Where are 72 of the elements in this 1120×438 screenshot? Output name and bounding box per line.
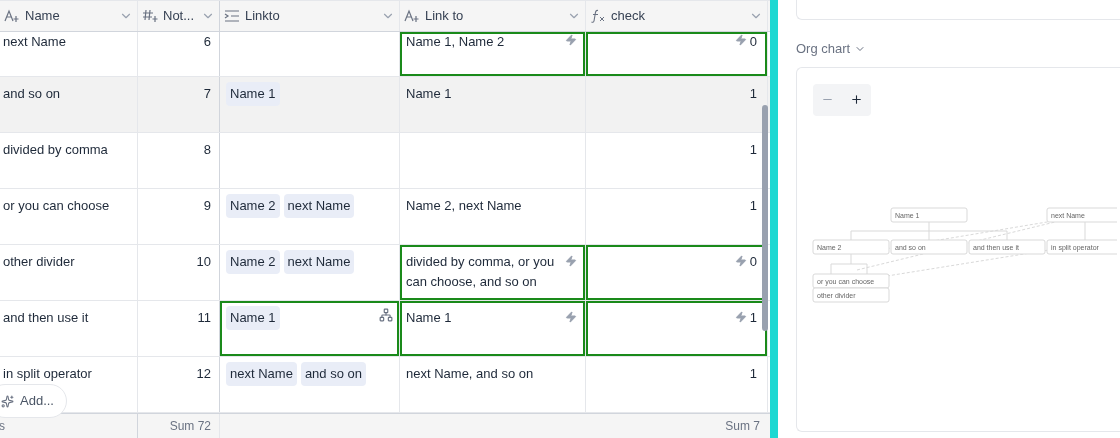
link-field-icon <box>224 10 240 22</box>
zoom-in-button[interactable] <box>850 93 863 106</box>
name-cell-text: next Name <box>2 33 67 51</box>
table-row[interactable]: next Name 6 Name 1, Name 2 0 <box>0 32 770 77</box>
link-tag[interactable]: next Name <box>226 362 297 386</box>
lightning-icon <box>735 34 747 46</box>
column-title: Name <box>25 7 60 26</box>
lookup-cell-text: Name 2, next Name <box>406 197 523 215</box>
lookup-cell-text: divided by comma, or you can choose, and so on <box>406 253 556 291</box>
name-cell-text: other divider <box>2 253 76 271</box>
column-header[interactable]: check <box>586 1 768 31</box>
section-title: Org chart <box>796 40 851 58</box>
name-cell-text: and then use it <box>2 309 90 327</box>
column-header[interactable]: Not... <box>138 1 220 31</box>
lightning-icon <box>565 34 577 46</box>
number-cell-text: 9 <box>202 197 212 215</box>
formula-cell-text: 1 <box>749 309 757 327</box>
lightning-icon <box>735 255 747 267</box>
table-row[interactable]: and then use it 11 Name 1 Name 1 1 <box>0 301 770 357</box>
table-row[interactable]: and so on 7 Name 1 Name 1 1 <box>0 77 770 133</box>
link-tag[interactable]: next Name <box>283 194 355 218</box>
name-cell-text: in split operator <box>2 365 93 383</box>
formula-cell-text: 1 <box>749 85 757 103</box>
lookup-cell-text: Name 1, Name 2 <box>406 33 506 51</box>
column-header[interactable]: Link to <box>400 1 586 31</box>
formula-cell-text: 0 <box>749 253 757 271</box>
column-title: check <box>611 7 645 26</box>
formula-cell-text: 1 <box>749 365 757 383</box>
link-tag[interactable]: Name 2 <box>226 250 280 274</box>
link-tag[interactable]: Name 2 <box>226 194 280 218</box>
formula-cell-text: 1 <box>749 141 757 159</box>
number-cell-text: 7 <box>202 85 212 103</box>
number-cell-text: 10 <box>195 253 212 271</box>
table-row[interactable]: divided by comma 8 1 <box>0 133 770 189</box>
lightning-icon <box>565 255 577 267</box>
link-tag[interactable]: Name 1 <box>226 306 280 330</box>
number-cell-text: 8 <box>202 141 212 159</box>
column-title: Linkto <box>245 7 280 26</box>
scrollbar[interactable] <box>762 105 768 331</box>
lookup-cell-text: Name 1 <box>406 309 453 327</box>
plus-icon <box>850 93 863 106</box>
lookup-cell-text: next Name, and so on <box>406 365 535 383</box>
name-cell-text: or you can choose <box>2 197 111 215</box>
column-title: Not... <box>163 7 195 26</box>
text-field-icon <box>4 9 20 23</box>
sum-label: Sum 72 <box>169 418 211 435</box>
number-cell-text: 11 <box>196 309 212 327</box>
number-cell-text: 12 <box>195 365 212 383</box>
magic-icon <box>1 394 14 408</box>
table-row[interactable]: or you can choose 9 Name 2 next Name Name 2, next Name 1 <box>0 189 770 245</box>
column-header[interactable]: Name <box>0 1 138 31</box>
number-cell-text: 6 <box>202 33 212 51</box>
lightning-icon <box>565 311 577 323</box>
row-count: s <box>0 418 5 435</box>
link-tag[interactable]: Name 1 <box>226 82 280 106</box>
formula-cell-text: 0 <box>749 33 757 51</box>
column-header[interactable]: Linkto <box>220 1 400 31</box>
lightning-icon <box>735 311 747 323</box>
lookup-cell-text: Name 1 <box>406 85 453 103</box>
formula-icon <box>590 9 606 23</box>
table-row[interactable]: other divider 10 Name 2 next Name divided by comma, or you can choose, and so on 0 <box>0 245 770 301</box>
sum-label: Sum 7 <box>725 418 760 435</box>
link-tag[interactable]: next Name <box>283 250 355 274</box>
link-tag[interactable]: and so on <box>300 362 366 386</box>
formula-cell-text: 1 <box>749 197 757 215</box>
number-field-icon <box>142 9 158 23</box>
hierarchy-icon[interactable] <box>379 308 393 322</box>
add-button[interactable]: Add... <box>0 384 67 418</box>
name-cell-text: divided by comma <box>2 141 109 159</box>
column-title: Link to <box>425 7 464 26</box>
name-cell-text: and so on <box>2 85 62 103</box>
text-field-icon <box>404 9 420 23</box>
